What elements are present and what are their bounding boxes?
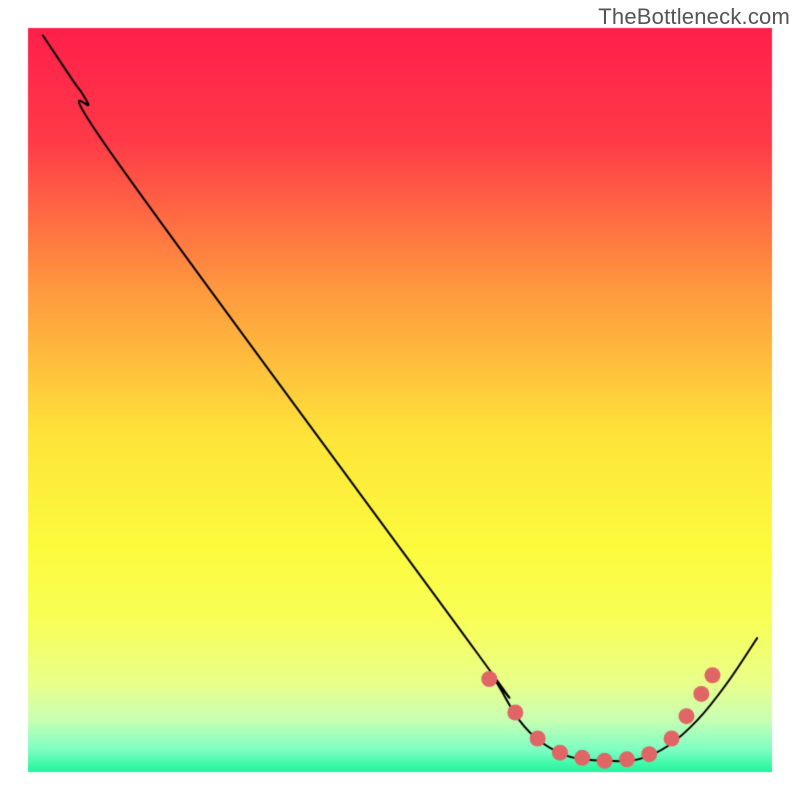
bottleneck-heatmap-chart (0, 0, 800, 800)
watermark-label: TheBottleneck.com (598, 4, 790, 30)
chart-container: TheBottleneck.com (0, 0, 800, 800)
